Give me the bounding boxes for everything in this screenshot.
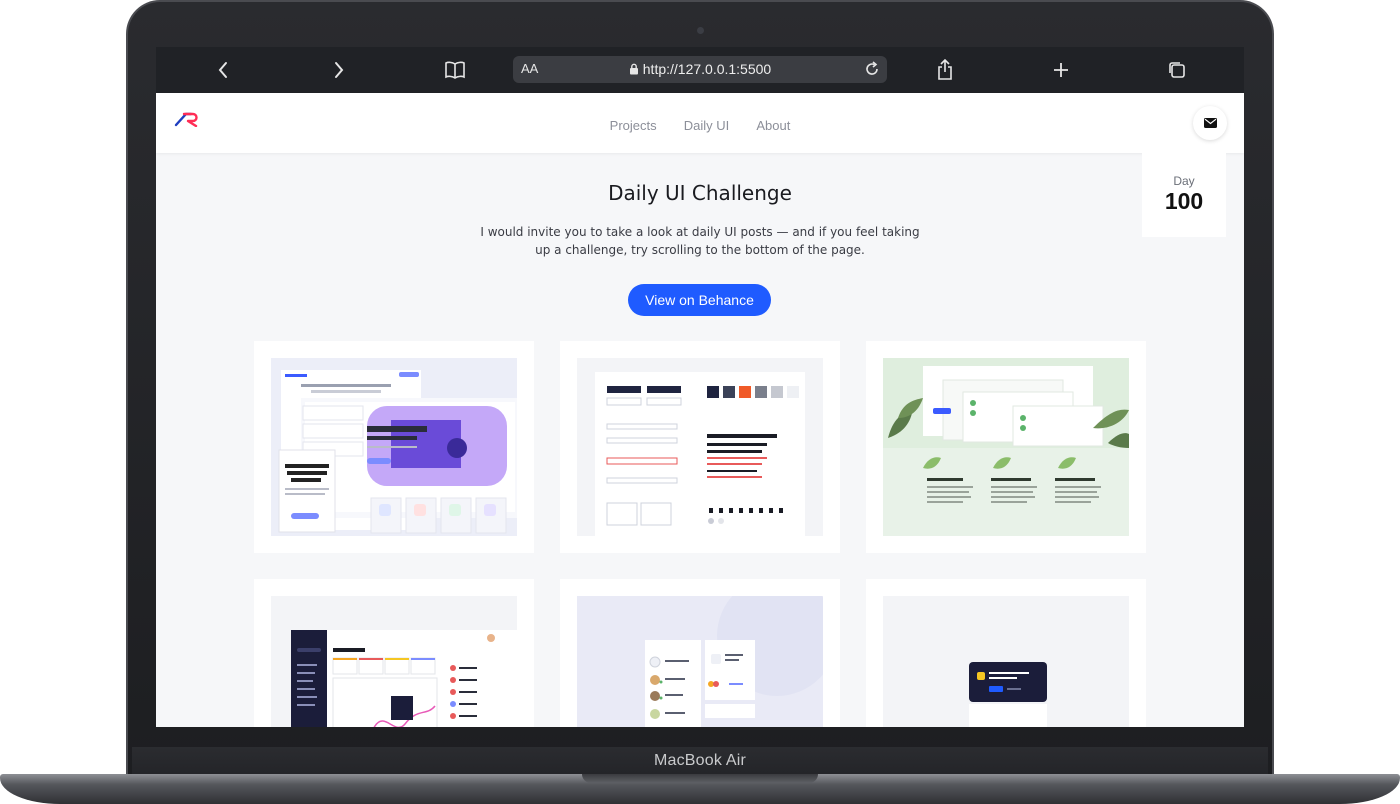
laptop-notch	[582, 774, 818, 783]
daily-ui-card[interactable]	[560, 579, 840, 727]
new-tab-button[interactable]	[1049, 58, 1073, 82]
daily-ui-card[interactable]	[866, 579, 1146, 727]
reload-icon[interactable]	[863, 60, 881, 78]
landing-page-preview	[278, 370, 517, 534]
screen: AA http://127.0.0.1:5500 Projects Daily …	[156, 47, 1244, 727]
mail-button[interactable]	[1193, 106, 1227, 140]
card-thumbnail	[271, 358, 517, 536]
daily-ui-card[interactable]	[254, 579, 534, 727]
style-guide-preview	[595, 372, 805, 536]
notification-preview	[969, 662, 1047, 727]
daily-ui-card[interactable]	[254, 341, 534, 553]
share-icon	[938, 59, 952, 80]
view-on-behance-button[interactable]: View on Behance	[628, 284, 771, 316]
device-label: MacBook Air	[653, 752, 746, 769]
card-thumbnail	[577, 358, 823, 536]
daily-ui-card[interactable]	[560, 341, 840, 553]
nav-daily-ui[interactable]: Daily UI	[684, 118, 730, 133]
plus-icon	[1054, 63, 1068, 77]
mail-icon	[1203, 118, 1217, 128]
forward-button[interactable]	[327, 58, 351, 82]
plants-app-preview	[883, 358, 1129, 503]
browser-toolbar: AA http://127.0.0.1:5500	[156, 47, 1244, 93]
page-title: Daily UI Challenge	[608, 181, 792, 205]
laptop-chin: MacBook Air	[132, 747, 1268, 777]
chevron-right-icon	[335, 62, 344, 78]
address-url: http://127.0.0.1:5500	[513, 61, 887, 77]
back-button[interactable]	[211, 58, 235, 82]
address-bar[interactable]: AA http://127.0.0.1:5500	[513, 56, 887, 83]
tabs-icon	[1169, 62, 1185, 78]
daily-ui-card[interactable]	[866, 341, 1146, 553]
share-button[interactable]	[933, 58, 957, 82]
chevron-left-icon	[218, 62, 227, 78]
camera-dot	[697, 27, 704, 34]
card-thumbnail	[883, 596, 1129, 727]
hero-description: I would invite you to take a look at dai…	[480, 225, 920, 257]
site-header: Projects Daily UI About	[156, 93, 1244, 153]
nav-projects[interactable]: Projects	[610, 118, 657, 133]
dashboard-preview	[291, 630, 517, 727]
card-thumbnail	[271, 596, 517, 727]
nav-about[interactable]: About	[756, 118, 790, 133]
main-nav: Projects Daily UI About	[156, 115, 1244, 134]
chat-app-preview	[645, 596, 823, 727]
book-icon	[445, 61, 465, 79]
bookmarks-button[interactable]	[443, 58, 467, 82]
tabs-button[interactable]	[1165, 58, 1189, 82]
card-thumbnail	[577, 596, 823, 727]
card-thumbnail	[883, 358, 1129, 536]
lock-icon	[629, 63, 638, 75]
